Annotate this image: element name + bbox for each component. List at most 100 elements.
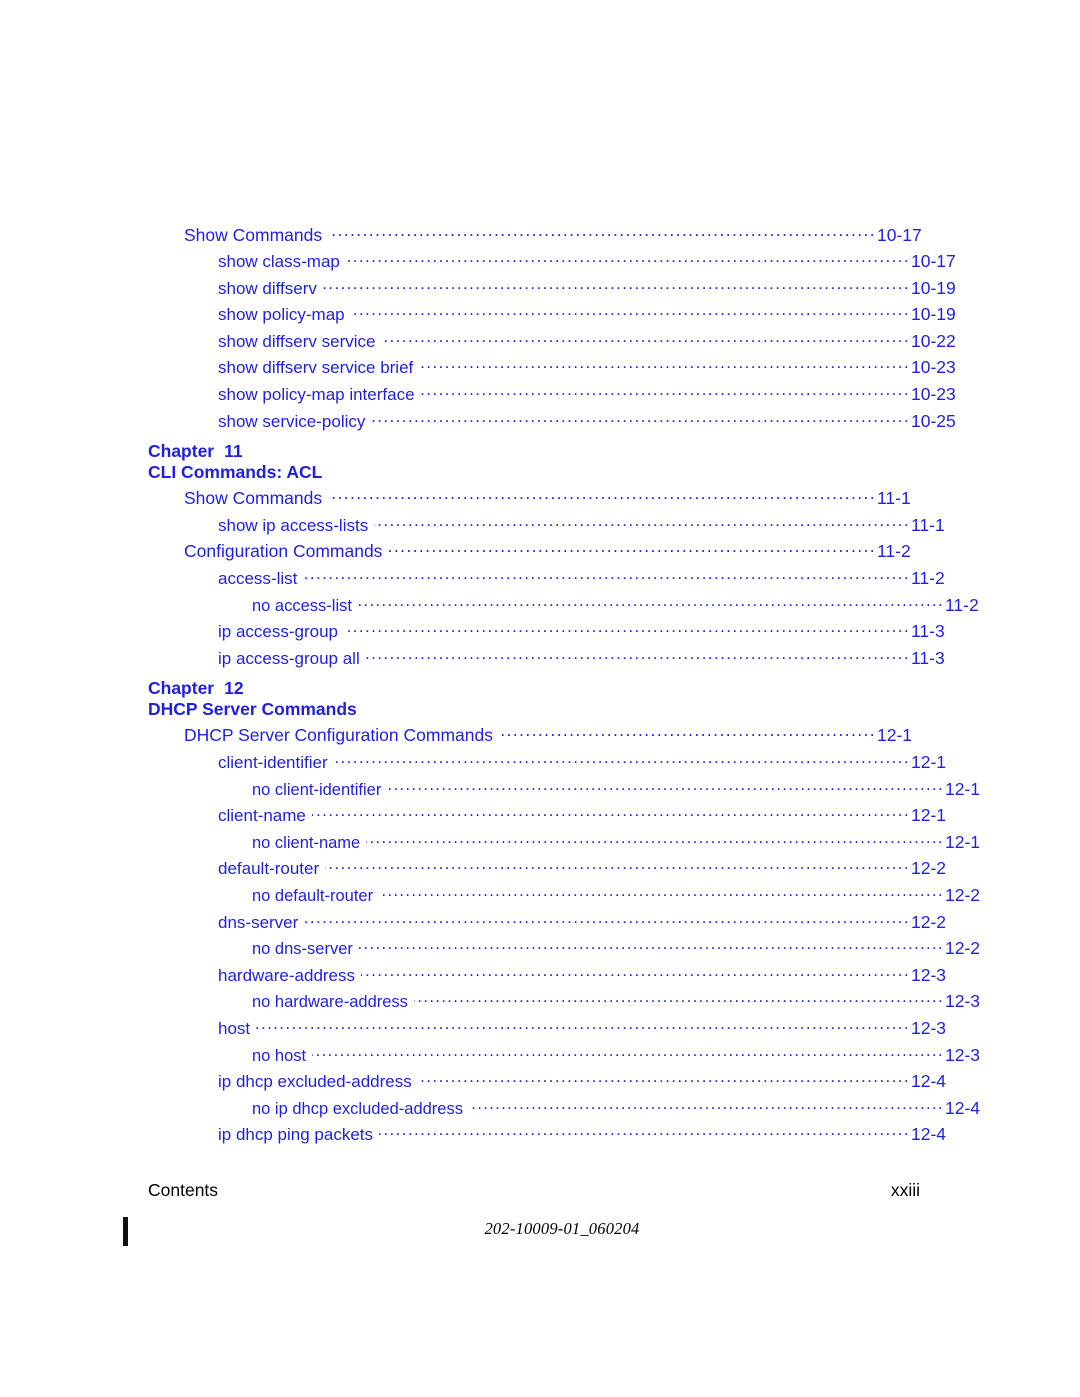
- toc-entry-label: ip access-group: [218, 622, 339, 642]
- toc-page: Show Commands10-17show class-map10-17sho…: [0, 0, 1080, 1397]
- toc-entry-page-number: 11-2: [877, 541, 911, 562]
- toc-dot-leader: [346, 250, 910, 268]
- toc-entry-page-number: 12-1: [877, 725, 913, 746]
- toc-dot-leader: [328, 223, 876, 241]
- change-bar-marker: [123, 1217, 128, 1246]
- toc-entry-page-number: 12-3: [945, 1044, 981, 1065]
- toc-entry[interactable]: no client-identifier 12-1: [148, 777, 997, 804]
- toc-dot-leader: [351, 303, 910, 321]
- toc-entry-label: no ip dhcp excluded-address: [252, 1099, 463, 1118]
- toc-entry-label: DHCP Server Configuration Commands: [184, 725, 493, 746]
- toc-dot-leader: [469, 1096, 944, 1114]
- toc-entry[interactable]: Configuration Commands 11-2: [148, 540, 929, 567]
- toc-entry-page-number: 12-2: [945, 938, 981, 959]
- toc-entry-page-number: 12-2: [911, 858, 947, 879]
- toc-entry[interactable]: show diffserv service 10-22: [148, 329, 963, 356]
- toc-entry[interactable]: host 12-3: [148, 1016, 963, 1043]
- toc-entry[interactable]: Show Commands 11-1: [148, 487, 929, 514]
- toc-dot-leader: [379, 1123, 910, 1141]
- toc-entry-page-number: 12-3: [911, 1017, 947, 1038]
- toc-entry[interactable]: Show Commands 10-17: [148, 223, 929, 250]
- toc-entry-label: ip dhcp excluded-address: [218, 1072, 412, 1092]
- toc-entry-page-number: 12-1: [945, 831, 981, 852]
- toc-dot-leader: [371, 409, 910, 427]
- toc-entry[interactable]: DHCP Server Configuration Commands 12-1: [148, 724, 929, 751]
- toc-entry-page-number: 10-25: [911, 410, 956, 431]
- toc-dot-leader: [256, 1016, 910, 1034]
- toc-entry-page-number: 12-4: [911, 1124, 947, 1145]
- footer-page-number: xxiii: [890, 1180, 920, 1200]
- toc-entry-label: Show Commands: [184, 224, 323, 245]
- toc-entry-label: show diffserv: [218, 278, 317, 298]
- toc-entry-label: default-router: [218, 859, 320, 879]
- toc-entry[interactable]: ip dhcp ping packets 12-4: [148, 1123, 963, 1150]
- toc-entry-label: show diffserv service: [218, 331, 376, 351]
- toc-entry[interactable]: show diffserv service brief 10-23: [148, 356, 963, 383]
- toc-entry-page-number: 12-2: [911, 911, 947, 932]
- chapter-heading[interactable]: Chapter 11 CLI Commands: ACL: [148, 436, 1080, 487]
- toc-dot-leader: [325, 857, 910, 875]
- toc-entry-page-number: 11-2: [911, 568, 945, 589]
- toc-entry[interactable]: default-router 12-2: [148, 857, 963, 884]
- toc-entry[interactable]: ip access-group all 11-3: [148, 646, 963, 673]
- toc-dot-leader: [344, 620, 910, 638]
- toc-entry[interactable]: show service-policy 10-25: [148, 409, 963, 436]
- toc-entry-label: no client-name: [252, 833, 361, 852]
- toc-dot-leader: [421, 383, 910, 401]
- toc-dot-leader: [312, 1043, 944, 1061]
- chapter-title: DHCP Server Commands: [148, 698, 357, 719]
- toc-dot-leader: [499, 724, 876, 742]
- toc-dot-leader: [374, 513, 910, 531]
- toc-entry[interactable]: show policy-map interface 10-23: [148, 383, 963, 410]
- toc-dot-leader: [304, 910, 910, 928]
- toc-entry[interactable]: show ip access-lists 11-1: [148, 513, 963, 540]
- toc-entry-label: no dns-server: [252, 940, 353, 959]
- toc-dot-leader: [359, 937, 944, 955]
- toc-entry-page-number: 12-1: [911, 805, 947, 826]
- toc-entry-label: no access-list: [252, 596, 352, 615]
- toc-dot-leader: [361, 963, 910, 981]
- toc-entry[interactable]: client-identifier 12-1: [148, 751, 963, 778]
- toc-dot-leader: [387, 777, 944, 795]
- toc-entry-page-number: 12-4: [945, 1097, 981, 1118]
- toc-entry[interactable]: access-list 11-2: [148, 567, 963, 594]
- toc-entry-label: hardware-address: [218, 965, 356, 985]
- toc-entry-page-number: 11-2: [945, 594, 979, 615]
- toc-entry[interactable]: show diffserv 10-19: [148, 276, 963, 303]
- chapter-word: Chapter: [148, 440, 215, 461]
- page-footer: Contents xxiii 202-10009-01_060204: [0, 1180, 1080, 1280]
- toc-entry[interactable]: no ip dhcp excluded-address 12-4: [148, 1096, 997, 1123]
- toc-entry-label: no host: [252, 1046, 307, 1065]
- toc-entry[interactable]: show class-map 10-17: [148, 250, 963, 277]
- toc-entry-label: host: [218, 1018, 251, 1038]
- toc-entry-page-number: 11-1: [911, 514, 945, 535]
- toc-dot-leader: [328, 487, 876, 505]
- toc-entry[interactable]: no access-list 11-2: [148, 593, 997, 620]
- toc-entry[interactable]: ip access-group 11-3: [148, 620, 963, 647]
- toc-entry-label: ip access-group all: [218, 648, 360, 668]
- toc-entry[interactable]: no host 12-3: [148, 1043, 997, 1070]
- toc-entry[interactable]: client-name 12-1: [148, 804, 963, 831]
- toc-entry[interactable]: no hardware-address 12-3: [148, 990, 997, 1017]
- toc-entry[interactable]: no client-name 12-1: [148, 830, 997, 857]
- toc-entry-label: show service-policy: [218, 411, 366, 431]
- toc-entry[interactable]: no dns-server 12-2: [148, 937, 997, 964]
- toc-entry-page-number: 10-23: [911, 384, 956, 405]
- toc-entry[interactable]: show policy-map 10-19: [148, 303, 963, 330]
- toc-entry[interactable]: hardware-address 12-3: [148, 963, 963, 990]
- toc-entry-label: show policy-map: [218, 305, 345, 325]
- chapter-heading[interactable]: Chapter 12 DHCP Server Commands: [148, 673, 1080, 724]
- toc-entry-page-number: 10-19: [911, 277, 956, 298]
- chapter-word: Chapter: [148, 677, 215, 698]
- chapter-number: 11: [224, 440, 243, 461]
- toc-dot-leader: [388, 540, 876, 558]
- toc-dot-leader: [366, 646, 910, 664]
- toc-entry-label: ip dhcp ping packets: [218, 1125, 373, 1145]
- toc-entry[interactable]: no default-router 12-2: [148, 883, 997, 910]
- footer-row: Contents xxiii: [148, 1180, 920, 1201]
- chapter-number-line: Chapter 12: [148, 678, 1080, 699]
- toc-entry[interactable]: dns-server 12-2: [148, 910, 963, 937]
- toc-entry[interactable]: ip dhcp excluded-address 12-4: [148, 1070, 963, 1097]
- toc-dot-leader: [323, 276, 910, 294]
- chapter-title: CLI Commands: ACL: [148, 461, 323, 482]
